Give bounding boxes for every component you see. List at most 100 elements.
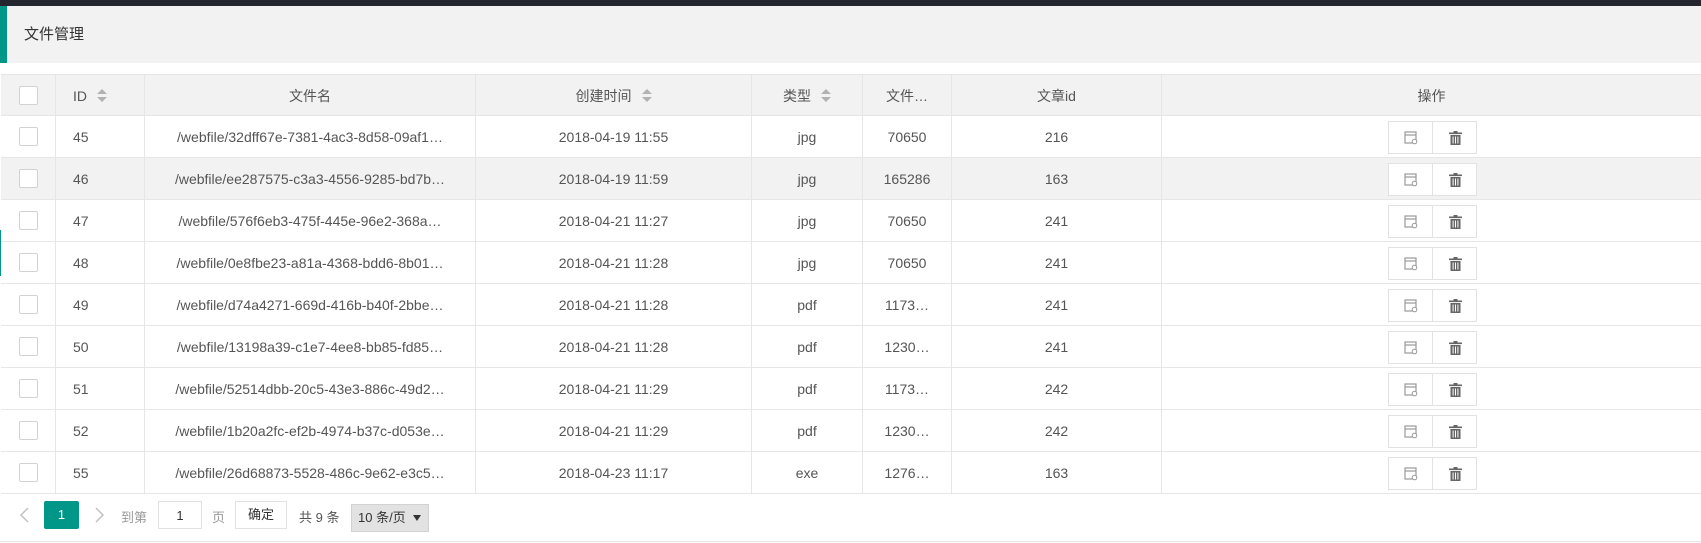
delete-file-button[interactable] — [1433, 290, 1477, 321]
cell-type: pdf — [752, 368, 863, 410]
current-page-button[interactable]: 1 — [44, 501, 79, 529]
delete-file-button[interactable] — [1433, 416, 1477, 447]
next-page-icon[interactable] — [92, 506, 106, 527]
row-checkbox[interactable] — [19, 337, 38, 356]
prev-page-icon[interactable] — [18, 506, 32, 527]
row-select-cell — [1, 368, 56, 410]
row-checkbox[interactable] — [19, 379, 38, 398]
delete-file-button[interactable] — [1433, 458, 1477, 489]
table-row: 45/webfile/32dff67e-7381-4ac3-8d58-09af1… — [1, 116, 1701, 158]
cell-type: pdf — [752, 284, 863, 326]
view-file-button[interactable] — [1389, 458, 1433, 489]
delete-file-button[interactable] — [1433, 122, 1477, 153]
cell-created: 2018-04-19 11:59 — [476, 158, 752, 200]
view-file-button[interactable] — [1389, 416, 1433, 447]
row-checkbox[interactable] — [19, 169, 38, 188]
view-file-button[interactable] — [1389, 206, 1433, 237]
pagination: 1 到第 页 确定 共 9 条 10 条/页 — [0, 497, 1701, 543]
row-action-group — [1388, 373, 1477, 406]
row-action-group — [1388, 247, 1477, 280]
header-id[interactable]: ID — [56, 75, 145, 117]
view-file-button[interactable] — [1389, 164, 1433, 195]
sort-icon[interactable] — [97, 89, 107, 103]
table-row: 55/webfile/26d68873-5528-486c-9e62-e3c5…… — [1, 452, 1701, 494]
row-checkbox[interactable] — [19, 211, 38, 230]
delete-file-button[interactable] — [1433, 332, 1477, 363]
cell-size: 70650 — [863, 200, 952, 242]
cell-filename: /webfile/1b20a2fc-ef2b-4974-b37c-d053e… — [145, 410, 476, 452]
view-file-button[interactable] — [1389, 122, 1433, 153]
file-view-icon — [1403, 298, 1418, 313]
row-select-cell — [1, 158, 56, 200]
sort-icon[interactable] — [821, 89, 831, 103]
cell-id: 46 — [56, 158, 145, 200]
header-created-label: 创建时间 — [575, 88, 632, 104]
trash-icon — [1448, 172, 1462, 187]
header-type[interactable]: 类型 — [752, 75, 863, 117]
cell-article-id: 163 — [952, 452, 1162, 494]
row-action-group — [1388, 415, 1477, 448]
cell-article-id: 241 — [952, 326, 1162, 368]
trash-icon — [1448, 424, 1462, 439]
delete-file-button[interactable] — [1433, 248, 1477, 279]
cell-size: 1173… — [863, 368, 952, 410]
cell-size: 70650 — [863, 116, 952, 158]
row-select-cell — [1, 116, 56, 158]
view-file-button[interactable] — [1389, 332, 1433, 363]
cell-created: 2018-04-21 11:28 — [476, 326, 752, 368]
header-select-all-cell — [1, 75, 56, 117]
cell-created: 2018-04-21 11:29 — [476, 368, 752, 410]
delete-file-button[interactable] — [1433, 164, 1477, 195]
row-select-cell — [1, 242, 56, 284]
page-unit-label: 页 — [212, 510, 226, 525]
file-view-icon — [1403, 340, 1418, 355]
table-row: 47/webfile/576f6eb3-475f-445e-96e2-368a…… — [1, 200, 1701, 242]
confirm-button[interactable]: 确定 — [235, 501, 287, 529]
page-title: 文件管理 — [24, 26, 85, 43]
row-checkbox[interactable] — [19, 253, 38, 272]
table-row: 52/webfile/1b20a2fc-ef2b-4974-b37c-d053e… — [1, 410, 1701, 452]
trash-icon — [1448, 298, 1462, 313]
cell-type: jpg — [752, 116, 863, 158]
delete-file-button[interactable] — [1433, 374, 1477, 405]
row-checkbox[interactable] — [19, 127, 38, 146]
cell-size: 70650 — [863, 242, 952, 284]
delete-file-button[interactable] — [1433, 206, 1477, 237]
row-select-cell — [1, 284, 56, 326]
view-file-button[interactable] — [1389, 374, 1433, 405]
page-size-select[interactable]: 10 条/页 — [351, 504, 429, 532]
goto-label: 到第 — [121, 510, 148, 525]
goto-page-input[interactable] — [158, 501, 202, 529]
cell-filename: /webfile/ee287575-c3a3-4556-9285-bd7b… — [145, 158, 476, 200]
select-all-checkbox[interactable] — [19, 86, 38, 105]
cell-id: 55 — [56, 452, 145, 494]
row-action-group — [1388, 457, 1477, 490]
sort-icon[interactable] — [641, 89, 652, 103]
row-select-cell — [1, 410, 56, 452]
header-created[interactable]: 创建时间 — [476, 75, 752, 117]
cell-id: 49 — [56, 284, 145, 326]
total-count: 共 9 条 — [299, 510, 340, 525]
row-checkbox[interactable] — [19, 421, 38, 440]
header-id-label: ID — [73, 88, 87, 104]
cell-filename: /webfile/576f6eb3-475f-445e-96e2-368a… — [145, 200, 476, 242]
cell-created: 2018-04-21 11:29 — [476, 410, 752, 452]
view-file-button[interactable] — [1389, 248, 1433, 279]
cell-filename: /webfile/13198a39-c1e7-4ee8-bb85-fd85… — [145, 326, 476, 368]
cell-id: 50 — [56, 326, 145, 368]
cell-article-id: 242 — [952, 410, 1162, 452]
cell-size: 1230… — [863, 326, 952, 368]
row-checkbox[interactable] — [19, 463, 38, 482]
cell-id: 45 — [56, 116, 145, 158]
trash-icon — [1448, 382, 1462, 397]
trash-icon — [1448, 256, 1462, 271]
cell-article-id: 241 — [952, 242, 1162, 284]
cell-article-id: 242 — [952, 368, 1162, 410]
view-file-button[interactable] — [1389, 290, 1433, 321]
trash-icon — [1448, 340, 1462, 355]
cell-type: jpg — [752, 242, 863, 284]
row-checkbox[interactable] — [19, 295, 38, 314]
row-action-group — [1388, 163, 1477, 196]
cell-filename: /webfile/52514dbb-20c5-43e3-886c-49d2… — [145, 368, 476, 410]
file-view-icon — [1403, 424, 1418, 439]
